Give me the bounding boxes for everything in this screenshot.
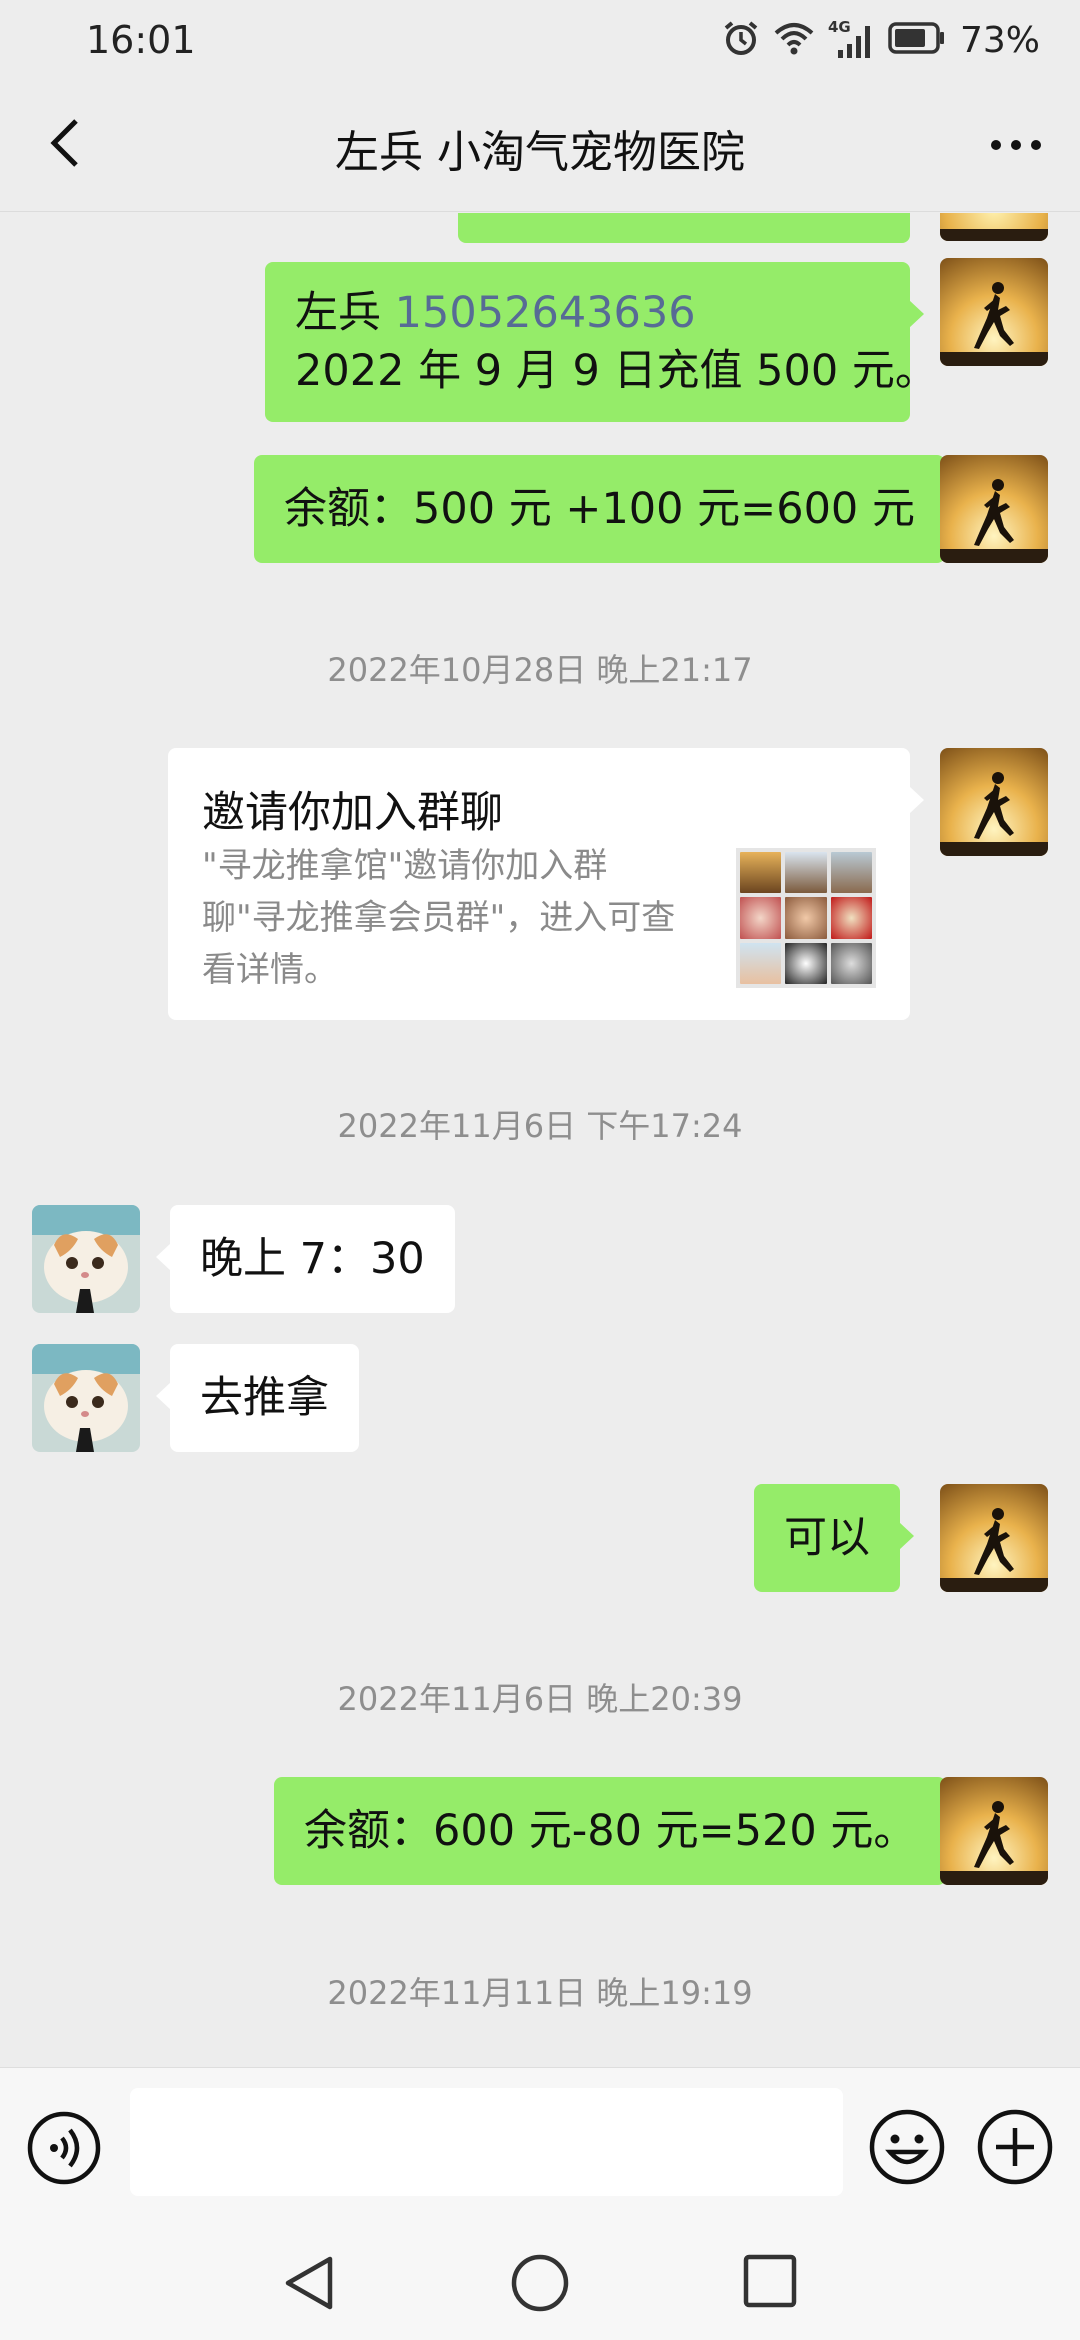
avatar-contact[interactable] xyxy=(32,1344,140,1452)
timestamp: 2022年11月6日 晚上20:39 xyxy=(337,1680,743,1718)
more-button[interactable] xyxy=(976,110,1056,180)
alarm-icon xyxy=(722,19,760,61)
chevron-left-icon xyxy=(48,117,82,173)
group-member-avatar xyxy=(740,942,782,984)
status-time: 16:01 xyxy=(86,18,196,62)
nav-recent-icon xyxy=(742,2254,798,2313)
system-nav-bar xyxy=(0,2223,1080,2340)
phone-number-link[interactable]: 15052643636 xyxy=(395,288,696,338)
avatar-self[interactable] xyxy=(940,213,1048,241)
invite-description: "寻龙推拿馆"邀请你加入群 聊"寻龙推拿会员群"，进入可查 看详情。 xyxy=(202,840,732,996)
nav-recent-button[interactable] xyxy=(742,2253,798,2309)
group-member-avatar xyxy=(830,897,872,939)
chat-title: 左兵 小淘气宠物医院 xyxy=(335,127,745,178)
voice-icon xyxy=(26,2111,102,2190)
chat-header: 左兵 小淘气宠物医院 xyxy=(0,80,1080,212)
nav-home-icon xyxy=(508,2254,572,2319)
signal-icon: 4G xyxy=(828,18,874,60)
nav-home-button[interactable] xyxy=(508,2251,572,2315)
back-button[interactable] xyxy=(30,110,100,180)
message-bubble-time[interactable]: 晚上 7：30 xyxy=(156,1205,455,1313)
timestamp: 2022年11月6日 下午17:24 xyxy=(337,1107,743,1145)
emoji-icon xyxy=(868,2109,946,2190)
group-member-avatar xyxy=(830,852,872,894)
message-bubble-balance-1[interactable]: 余额：500 元 +100 元=600 元 xyxy=(254,455,959,563)
timestamp: 2022年10月28日 晚上21:17 xyxy=(327,651,753,689)
recharge-line-1: 左兵 15052643636 xyxy=(295,284,696,342)
message-input[interactable] xyxy=(130,2088,843,2196)
nav-back-button[interactable] xyxy=(280,2253,340,2313)
status-icons: 4G 73% xyxy=(722,18,1040,62)
message-bubble-ok[interactable]: 可以 xyxy=(754,1484,914,1592)
battery-icon xyxy=(888,22,946,58)
nav-back-icon xyxy=(280,2256,340,2317)
input-bar xyxy=(0,2067,1080,2223)
group-avatar-grid xyxy=(736,848,876,988)
recharge-name: 左兵 xyxy=(295,288,381,338)
more-dots-icon xyxy=(990,136,1042,155)
message-list[interactable]: 左兵 15052643636 2022 年 9 月 9 日充值 500 元。 余… xyxy=(0,213,1080,2067)
plus-icon xyxy=(976,2109,1054,2190)
invite-line-2: 聊"寻龙推拿会员群"，进入可查 xyxy=(202,898,676,938)
group-member-avatar xyxy=(740,852,782,894)
avatar-self[interactable] xyxy=(940,748,1048,856)
avatar-self[interactable] xyxy=(940,1484,1048,1592)
timestamp: 2022年11月11日 晚上19:19 xyxy=(327,1974,753,2012)
group-member-avatar xyxy=(785,852,827,894)
invite-line-3: 看详情。 xyxy=(202,950,338,990)
message-bubble-massage[interactable]: 去推拿 xyxy=(156,1344,359,1452)
avatar-self[interactable] xyxy=(940,258,1048,366)
invite-line-1: "寻龙推拿馆"邀请你加入群 xyxy=(202,846,608,886)
group-member-avatar xyxy=(830,942,872,984)
message-bubble-partial[interactable] xyxy=(458,213,910,243)
status-bar: 16:01 4G 73% xyxy=(0,0,1080,80)
group-member-avatar xyxy=(785,897,827,939)
invite-title: 邀请你加入群聊 xyxy=(202,788,503,838)
wifi-icon xyxy=(774,21,814,59)
avatar-contact[interactable] xyxy=(32,1205,140,1313)
voice-button[interactable] xyxy=(26,2110,102,2186)
group-invite-card[interactable]: 邀请你加入群聊 "寻龙推拿馆"邀请你加入群 聊"寻龙推拿会员群"，进入可查 看详… xyxy=(168,748,924,1020)
recharge-line-2: 2022 年 9 月 9 日充值 500 元。 xyxy=(295,346,938,396)
battery-percent: 73% xyxy=(959,19,1040,61)
group-member-avatar xyxy=(740,897,782,939)
message-bubble-recharge[interactable]: 左兵 15052643636 2022 年 9 月 9 日充值 500 元。 xyxy=(265,262,938,422)
avatar-self[interactable] xyxy=(940,1777,1048,1885)
avatar-self[interactable] xyxy=(940,455,1048,563)
plus-button[interactable] xyxy=(976,2108,1054,2186)
group-member-avatar xyxy=(785,942,827,984)
message-bubble-balance-2[interactable]: 余额：600 元-80 元=520 元。 xyxy=(274,1777,961,1885)
emoji-button[interactable] xyxy=(868,2108,946,2186)
